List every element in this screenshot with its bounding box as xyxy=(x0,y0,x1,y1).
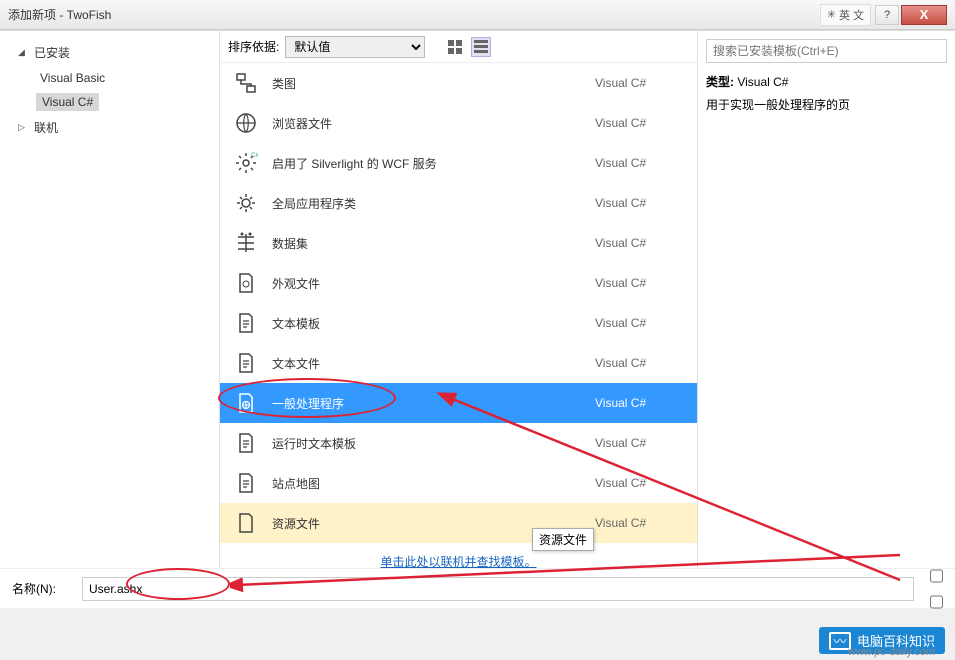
main-area: ◢ 已安装 Visual Basic Visual C# ▷ 联机 排序依据: … xyxy=(0,30,955,568)
globe-icon: ✳ xyxy=(827,8,836,21)
language-badge[interactable]: ✳ 英 文 xyxy=(820,4,871,26)
template-row[interactable]: 文本模板 Visual C# xyxy=(220,303,697,343)
template-label: 浏览器文件 xyxy=(272,115,595,132)
watermark-url: www.pc-daily.com xyxy=(848,646,935,658)
template-label: 一般处理程序 xyxy=(272,395,595,412)
template-lang: Visual C# xyxy=(595,76,685,90)
template-label: 站点地图 xyxy=(272,475,595,492)
tooltip: 资源文件 xyxy=(532,528,594,551)
file-icon xyxy=(232,269,260,297)
template-label: 启用了 Silverlight 的 WCF 服务 xyxy=(272,155,595,172)
template-lang: Visual C# xyxy=(595,436,685,450)
template-row[interactable]: 外观文件 Visual C# xyxy=(220,263,697,303)
view-list-button[interactable] xyxy=(471,37,491,57)
template-lang: Visual C# xyxy=(595,316,685,330)
file-text-icon xyxy=(232,349,260,377)
template-list: 类图 Visual C# 浏览器文件 Visual C# C# 启用了 Silv… xyxy=(220,63,697,568)
chevron-down-icon: ◢ xyxy=(18,47,28,58)
type-label: 类型: xyxy=(706,75,734,89)
template-label: 全局应用程序类 xyxy=(272,195,595,212)
tree-node-online[interactable]: ▷ 联机 xyxy=(0,114,219,141)
template-label: 运行时文本模板 xyxy=(272,435,595,452)
svg-text:C#: C# xyxy=(251,153,258,159)
list-icon xyxy=(474,40,488,53)
tree-label: Visual Basic xyxy=(36,69,109,87)
name-input[interactable] xyxy=(82,577,914,601)
template-lang: Visual C# xyxy=(595,476,685,490)
handler-icon xyxy=(232,389,260,417)
tree-node-installed[interactable]: ◢ 已安装 xyxy=(0,39,219,66)
template-description: 用于实现一般处理程序的页 xyxy=(706,96,947,113)
template-row[interactable]: 运行时文本模板 Visual C# xyxy=(220,423,697,463)
type-row: 类型: Visual C# xyxy=(706,73,947,90)
template-lang: Visual C# xyxy=(595,356,685,370)
template-row[interactable]: C# 启用了 Silverlight 的 WCF 服务 Visual C# xyxy=(220,143,697,183)
template-row[interactable]: 文本文件 Visual C# xyxy=(220,343,697,383)
dataset-icon xyxy=(232,229,260,257)
tree-label: Visual C# xyxy=(36,93,99,111)
class-diagram-icon xyxy=(232,69,260,97)
right-pane: 类型: Visual C# 用于实现一般处理程序的页 xyxy=(697,31,955,568)
sort-dropdown[interactable]: 默认值 xyxy=(285,36,425,58)
window-title: 添加新项 - TwoFish xyxy=(8,6,111,23)
template-row[interactable]: 浏览器文件 Visual C# xyxy=(220,103,697,143)
template-lang: Visual C# xyxy=(595,116,685,130)
template-lang: Visual C# xyxy=(595,236,685,250)
template-label: 外观文件 xyxy=(272,275,595,292)
template-label: 数据集 xyxy=(272,235,595,252)
template-row[interactable]: 数据集 Visual C# xyxy=(220,223,697,263)
tree-item-vb[interactable]: Visual Basic xyxy=(0,66,219,90)
gear-icon xyxy=(232,189,260,217)
link-text[interactable]: 单击此处以联机并查找模板。 xyxy=(380,555,536,568)
tree-item-csharp[interactable]: Visual C# xyxy=(0,90,219,114)
bottom-panel: 名称(N): xyxy=(0,568,955,608)
template-label: 类图 xyxy=(272,75,595,92)
template-row[interactable]: 全局应用程序类 Visual C# xyxy=(220,183,697,223)
type-value: Visual C# xyxy=(737,75,788,89)
left-pane: ◢ 已安装 Visual Basic Visual C# ▷ 联机 xyxy=(0,31,220,568)
template-label: 文本模板 xyxy=(272,315,595,332)
help-button[interactable]: ? xyxy=(875,5,899,25)
tree-label: 已安装 xyxy=(30,42,74,63)
chevron-right-icon: ▷ xyxy=(18,122,28,133)
template-lang: Visual C# xyxy=(595,516,685,530)
toolbar: 排序依据: 默认值 xyxy=(220,31,697,63)
sitemap-icon xyxy=(232,469,260,497)
file-text-icon xyxy=(232,429,260,457)
close-button[interactable]: X xyxy=(901,5,947,25)
template-lang: Visual C# xyxy=(595,396,685,410)
checkbox-option[interactable] xyxy=(930,590,943,614)
online-search-link[interactable]: 单击此处以联机并查找模板。 xyxy=(220,543,697,568)
file-text-icon xyxy=(232,309,260,337)
template-lang: Visual C# xyxy=(595,156,685,170)
name-label: 名称(N): xyxy=(12,580,72,597)
resource-icon xyxy=(232,509,260,537)
gear-icon: C# xyxy=(232,149,260,177)
template-lang: Visual C# xyxy=(595,196,685,210)
template-row[interactable]: 类图 Visual C# xyxy=(220,63,697,103)
checkbox-group xyxy=(930,564,943,614)
template-label: 文本文件 xyxy=(272,355,595,372)
title-bar: 添加新项 - TwoFish ✳ 英 文 ? X xyxy=(0,0,955,30)
language-label: 英 文 xyxy=(839,7,864,23)
template-row[interactable]: 站点地图 Visual C# xyxy=(220,463,697,503)
template-lang: Visual C# xyxy=(595,276,685,290)
center-pane: 排序依据: 默认值 类图 Visual C# 浏览器文件 Visual C# xyxy=(220,31,697,568)
search-input[interactable] xyxy=(706,39,947,63)
tree-label: 联机 xyxy=(30,117,62,138)
sort-label: 排序依据: xyxy=(228,38,279,55)
template-row[interactable]: 一般处理程序 Visual C# xyxy=(220,383,697,423)
template-row[interactable]: 资源文件 Visual C# xyxy=(220,503,697,543)
view-grid-button[interactable] xyxy=(445,37,465,57)
browser-icon xyxy=(232,109,260,137)
checkbox-option[interactable] xyxy=(930,564,943,588)
grid-icon xyxy=(448,40,462,54)
